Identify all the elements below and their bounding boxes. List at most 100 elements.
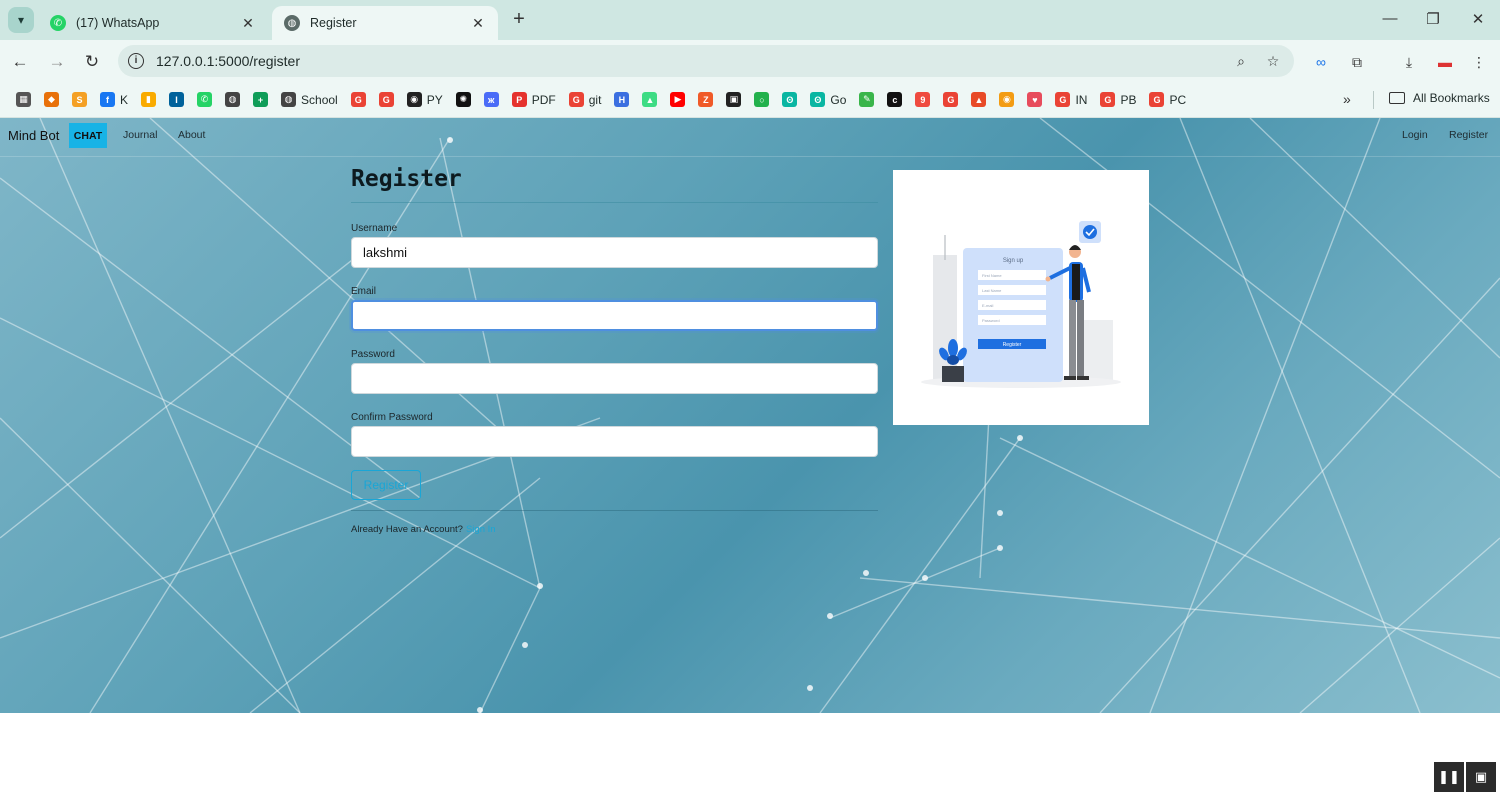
bookmark-item[interactable]: ◆ xyxy=(44,92,59,107)
bookmark-label: git xyxy=(588,92,602,107)
tab-register[interactable]: ◍ Register ✕ xyxy=(272,6,498,40)
minimize-icon[interactable]: — xyxy=(1380,10,1400,27)
bookmark-item[interactable]: H xyxy=(614,92,630,107)
bookmark-item[interactable]: ж xyxy=(483,92,499,107)
rocket-icon: ▲ xyxy=(971,92,987,107)
bookmark-item[interactable]: ◉ PY xyxy=(406,92,443,107)
profile-icon[interactable]: ▬ xyxy=(1434,51,1456,73)
nav-chat-button[interactable]: CHAT xyxy=(69,123,107,148)
bookmark-item[interactable]: G PB xyxy=(1100,92,1136,107)
bookmark-item[interactable]: ▲ xyxy=(642,92,658,107)
google-icon: G xyxy=(1100,92,1116,107)
bookmark-label: PC xyxy=(1169,92,1187,107)
youtube-icon: ▶ xyxy=(670,92,686,107)
reload-icon[interactable]: ↻ xyxy=(80,50,104,74)
zoom-icon[interactable]: ⌕ xyxy=(1230,53,1252,70)
username-input[interactable]: lakshmi xyxy=(351,237,878,268)
bookmark-item[interactable]: ◍ xyxy=(225,92,241,107)
tab-whatsapp[interactable]: ✆ (17) WhatsApp ✕ xyxy=(38,6,268,40)
bookmark-item[interactable]: ♥ xyxy=(1027,92,1043,107)
close-icon[interactable]: ✕ xyxy=(240,15,256,32)
nav-link-login[interactable]: Login xyxy=(1402,129,1428,141)
bookmark-item[interactable]: ▮ xyxy=(141,92,157,107)
confirm-password-input[interactable] xyxy=(351,426,878,457)
download-icon[interactable]: ⤓ xyxy=(1398,51,1420,73)
bookmarks-separator xyxy=(1373,91,1374,109)
all-bookmarks-button[interactable]: All Bookmarks xyxy=(1389,91,1490,105)
window-close-icon[interactable]: ✕ xyxy=(1468,10,1488,28)
navbar-divider xyxy=(0,156,1500,157)
bookmark-item[interactable]: P PDF xyxy=(511,92,556,107)
google-icon: G xyxy=(943,92,959,107)
bookmark-item[interactable]: c xyxy=(887,92,903,107)
nav-link-about[interactable]: About xyxy=(178,129,205,141)
signin-link[interactable]: Sign In xyxy=(466,524,496,535)
zed-icon: Z xyxy=(698,92,714,107)
bookmark-item[interactable]: ✆ xyxy=(197,92,213,107)
extension-infinity-icon[interactable]: ∞ xyxy=(1310,51,1332,73)
bookmark-item[interactable]: G PC xyxy=(1149,92,1186,107)
close-icon[interactable]: ✕ xyxy=(470,15,486,32)
bookmark-item[interactable]: ✎ xyxy=(859,92,875,107)
restore-icon[interactable]: ❐ xyxy=(1423,10,1443,28)
bookmark-item[interactable]: ▦ xyxy=(16,92,31,107)
bookmark-item[interactable]: S xyxy=(72,92,87,107)
illus-field-label: First Name xyxy=(982,273,1002,278)
email-label: Email xyxy=(351,286,377,297)
whatsapp-icon: ✆ xyxy=(197,92,213,107)
google-icon: G xyxy=(378,92,394,107)
bookmark-item[interactable]: fK xyxy=(100,92,128,107)
star-icon[interactable]: ☆ xyxy=(1262,53,1284,70)
bookmark-item[interactable]: ▣ xyxy=(726,92,742,107)
bookmark-item[interactable]: I xyxy=(169,92,185,107)
password-input[interactable] xyxy=(351,363,878,394)
pause-icon[interactable]: ❚❚ xyxy=(1434,762,1464,792)
heart-icon: ♥ xyxy=(1027,92,1043,107)
bookmark-item[interactable]: ◉ xyxy=(999,92,1015,107)
url-text[interactable]: 127.0.0.1:5000/register xyxy=(156,53,1230,69)
bookmark-item[interactable]: G IN xyxy=(1055,92,1087,107)
new-tab-button[interactable]: + xyxy=(508,9,530,31)
site-info-icon[interactable]: i xyxy=(128,53,144,69)
all-bookmarks-label: All Bookmarks xyxy=(1413,91,1490,105)
brand-logo[interactable]: Mind Bot xyxy=(8,128,59,143)
bookmark-item[interactable]: ◍ School xyxy=(281,92,338,107)
plant-pot-shape xyxy=(942,366,964,382)
bookmark-item[interactable]: ○ xyxy=(754,92,770,107)
bookmark-item[interactable]: 9 xyxy=(915,92,931,107)
bookmark-label: PDF xyxy=(531,92,556,107)
picture-in-picture-icon[interactable]: ▣ xyxy=(1466,762,1496,792)
nav-link-journal[interactable]: Journal xyxy=(123,129,157,141)
tab-search-button[interactable]: ▾ xyxy=(8,7,34,33)
tab-bar: ▾ ✆ (17) WhatsApp ✕ ◍ Register ✕ + — ❐ ✕ xyxy=(0,0,1500,40)
bookmark-item[interactable]: ✺ xyxy=(455,92,471,107)
globe-icon: ◍ xyxy=(281,92,297,107)
openai-icon: ✺ xyxy=(455,92,471,107)
more-bookmarks-icon[interactable]: » xyxy=(1343,91,1351,107)
site-navbar: Mind Bot CHAT Journal About Login Regist… xyxy=(0,118,1500,154)
bookmark-item[interactable]: ʘ xyxy=(782,92,798,107)
bookmark-label: IN xyxy=(1075,92,1088,107)
page-title: Register xyxy=(351,166,462,192)
email-input[interactable] xyxy=(351,300,878,331)
address-bar[interactable]: i 127.0.0.1:5000/register ⌕ ☆ xyxy=(118,45,1294,77)
bookmark-item[interactable]: G xyxy=(350,92,366,107)
bookmark-item[interactable]: ▲ xyxy=(971,92,987,107)
username-label: Username xyxy=(351,223,398,234)
bookmark-item[interactable]: Ggit xyxy=(568,92,602,107)
bookmark-item[interactable]: Z xyxy=(698,92,714,107)
bookmark-item[interactable]: G xyxy=(943,92,959,107)
bookmark-item[interactable]: ʘ Go xyxy=(810,92,846,107)
menu-kebab-icon[interactable]: ⋮ xyxy=(1468,51,1490,73)
bookmark-item[interactable]: ▶ xyxy=(670,92,686,107)
forward-arrow-icon[interactable]: → xyxy=(45,50,69,74)
checkmark-icon xyxy=(1083,225,1097,239)
back-arrow-icon[interactable]: ← xyxy=(8,50,32,74)
nav-link-register[interactable]: Register xyxy=(1449,129,1488,141)
extensions-puzzle-icon[interactable]: ⧉ xyxy=(1346,51,1368,73)
bookmark-item[interactable]: G xyxy=(378,92,394,107)
register-submit-button[interactable]: Register xyxy=(351,470,421,500)
facebook-icon: f xyxy=(100,92,115,107)
bookmark-item[interactable]: + xyxy=(253,92,269,107)
confirm-password-label: Confirm Password xyxy=(351,412,433,423)
